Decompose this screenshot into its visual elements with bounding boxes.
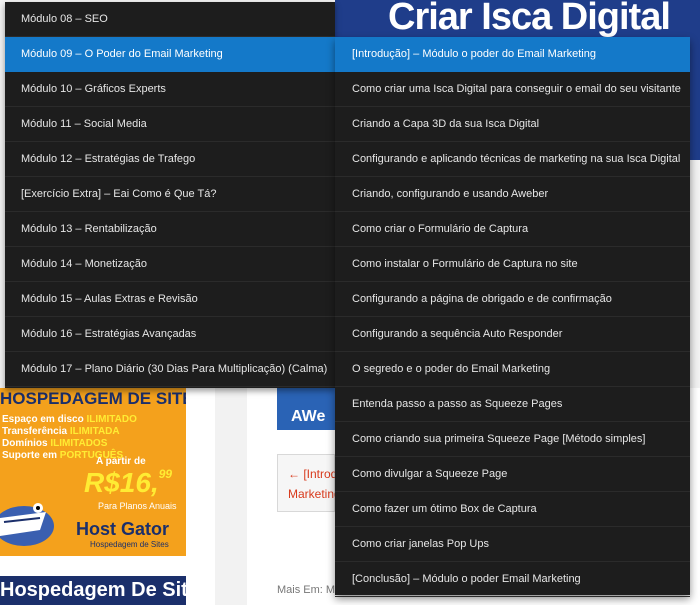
ad-brand-sub: Hospedagem de Sites [90, 540, 169, 549]
menu-item-lesson[interactable]: Criando a Capa 3D da sua Isca Digital [335, 107, 690, 142]
ad-plan-note: Para Planos Anuais [98, 501, 177, 511]
menu-item-lesson[interactable]: Como fazer um ótimo Box de Captura [335, 492, 690, 527]
module-submenu: Módulo 08 – SEO Módulo 09 – O Poder do E… [5, 2, 335, 388]
ad-brand: Host Gator [76, 519, 170, 539]
menu-item-module-16[interactable]: Módulo 16 – Estratégias Avançadas [5, 317, 335, 352]
menu-item-module-08[interactable]: Módulo 08 – SEO [5, 2, 335, 37]
menu-item-lesson[interactable]: Como instalar o Formulário de Captura no… [335, 247, 690, 282]
menu-item-extra-exercise[interactable]: [Exercício Extra] – Eai Como é Que Tá? [5, 177, 335, 212]
menu-item-module-09[interactable]: Módulo 09 – O Poder do Email Marketing [5, 37, 335, 72]
ad-price: R$16,99 [84, 467, 173, 498]
ad-feature: Domínios ILIMITADOS [2, 438, 108, 449]
ad-feature: Transferência ILIMITADA [2, 426, 120, 437]
menu-item-lesson[interactable]: Como criar janelas Pop Ups [335, 527, 690, 562]
menu-item-lesson[interactable]: Configurando a página de obrigado e de c… [335, 282, 690, 317]
ad-feature: Espaço em disco ILIMITADO [2, 414, 137, 425]
menu-item-module-11[interactable]: Módulo 11 – Social Media [5, 107, 335, 142]
menu-item-lesson[interactable]: Criando, configurando e usando Aweber [335, 177, 690, 212]
menu-item-module-13[interactable]: Módulo 13 – Rentabilização [5, 212, 335, 247]
menu-item-lesson[interactable]: Configurando a sequência Auto Responder [335, 317, 690, 352]
menu-item-module-15[interactable]: Módulo 15 – Aulas Extras e Revisão [5, 282, 335, 317]
previous-post-link[interactable]: ← [Introd Marketing [277, 454, 341, 512]
menu-item-module-14[interactable]: Módulo 14 – Monetização [5, 247, 335, 282]
gator-mascot-icon [0, 503, 54, 546]
menu-item-lesson[interactable]: Entenda passo a passo as Squeeze Pages [335, 387, 690, 422]
menu-item-lesson[interactable]: Como divulgar a Squeeze Page [335, 457, 690, 492]
aweber-image: AWe [277, 388, 335, 430]
category-label: Mais Em: Mo [277, 584, 342, 596]
menu-item-lesson[interactable]: Como criar o Formulário de Captura [335, 212, 690, 247]
menu-item-lesson[interactable]: Configurando e aplicando técnicas de mar… [335, 142, 690, 177]
banner-title: Criar Isca Digital [388, 0, 671, 38]
menu-item-module-12[interactable]: Módulo 12 – Estratégias de Trafego [5, 142, 335, 177]
banner-edge [690, 40, 700, 160]
menu-item-lesson[interactable]: Como criando sua primeira Squeeze Page [… [335, 422, 690, 457]
menu-item-module-10[interactable]: Módulo 10 – Gráficos Experts [5, 72, 335, 107]
menu-item-module-17[interactable]: Módulo 17 – Plano Diário (30 Dias Para M… [5, 352, 335, 387]
isca-digital-banner: Criar Isca Digital [335, 0, 700, 40]
sidebar-widget-title: Hospedagem De Sites [0, 576, 186, 605]
hostgator-ad[interactable]: HOSPEDAGEM DE SITES Espaço em disco ILIM… [0, 388, 186, 556]
menu-item-lesson[interactable]: [Conclusão] – Módulo o poder Email Marke… [335, 562, 690, 597]
menu-item-lesson[interactable]: O segredo e o poder do Email Marketing [335, 352, 690, 387]
ad-title: HOSPEDAGEM DE SITES [0, 388, 186, 410]
ad-from-label: A partir de [96, 456, 146, 467]
menu-item-lesson[interactable]: Como criar uma Isca Digital para consegu… [335, 72, 690, 107]
menu-item-lesson[interactable]: [Introdução] – Módulo o poder do Email M… [335, 37, 690, 72]
lesson-submenu: [Introdução] – Módulo o poder do Email M… [335, 37, 690, 597]
